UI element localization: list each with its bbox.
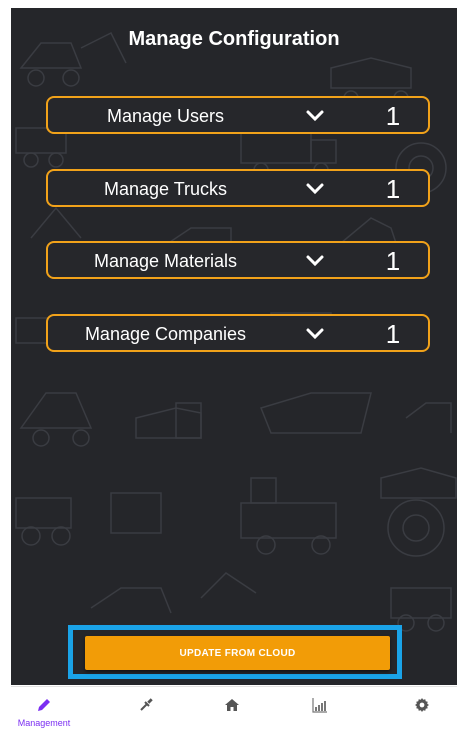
manage-users-label: Manage Users bbox=[106, 106, 225, 126]
nav-item-settings[interactable] bbox=[387, 687, 457, 732]
nav-label-management: Management bbox=[17, 718, 71, 728]
manage-materials-dropdown[interactable]: Manage Materials 1 bbox=[46, 241, 430, 279]
chart-icon bbox=[312, 698, 327, 713]
nav-item-management[interactable]: Management bbox=[9, 687, 79, 732]
pencil-icon bbox=[38, 699, 50, 711]
manage-companies-label: Manage Companies bbox=[84, 324, 247, 344]
bottom-nav: Management bbox=[11, 686, 457, 731]
chevron-down-icon bbox=[306, 328, 324, 340]
manage-users-count: 1 bbox=[385, 101, 401, 131]
manage-users-dropdown[interactable]: Manage Users 1 bbox=[46, 96, 430, 134]
manage-materials-label: Manage Materials bbox=[93, 251, 238, 271]
page-title: Manage Configuration bbox=[128, 28, 340, 50]
chevron-down-icon bbox=[306, 183, 324, 195]
nav-item-home[interactable] bbox=[197, 687, 267, 732]
home-icon bbox=[225, 699, 239, 711]
manage-trucks-label: Manage Trucks bbox=[103, 179, 228, 199]
manage-companies-dropdown[interactable]: Manage Companies 1 bbox=[46, 314, 430, 352]
gear-icon bbox=[415, 698, 429, 712]
update-from-cloud-button[interactable]: UPDATE FROM CLOUD bbox=[85, 636, 390, 670]
management-screen: Manage Configuration Manage Users 1 Mana… bbox=[11, 8, 457, 685]
manage-companies-count: 1 bbox=[385, 319, 401, 349]
chevron-down-icon bbox=[306, 110, 324, 122]
nav-item-syringe[interactable] bbox=[111, 687, 181, 732]
app-frame: Manage Configuration Manage Users 1 Mana… bbox=[0, 0, 457, 731]
nav-item-chart[interactable] bbox=[285, 687, 355, 732]
syringe-icon bbox=[140, 698, 153, 711]
chevron-down-icon bbox=[306, 255, 324, 267]
manage-trucks-count: 1 bbox=[385, 174, 401, 204]
manage-materials-count: 1 bbox=[385, 246, 401, 276]
manage-trucks-dropdown[interactable]: Manage Trucks 1 bbox=[46, 169, 430, 207]
